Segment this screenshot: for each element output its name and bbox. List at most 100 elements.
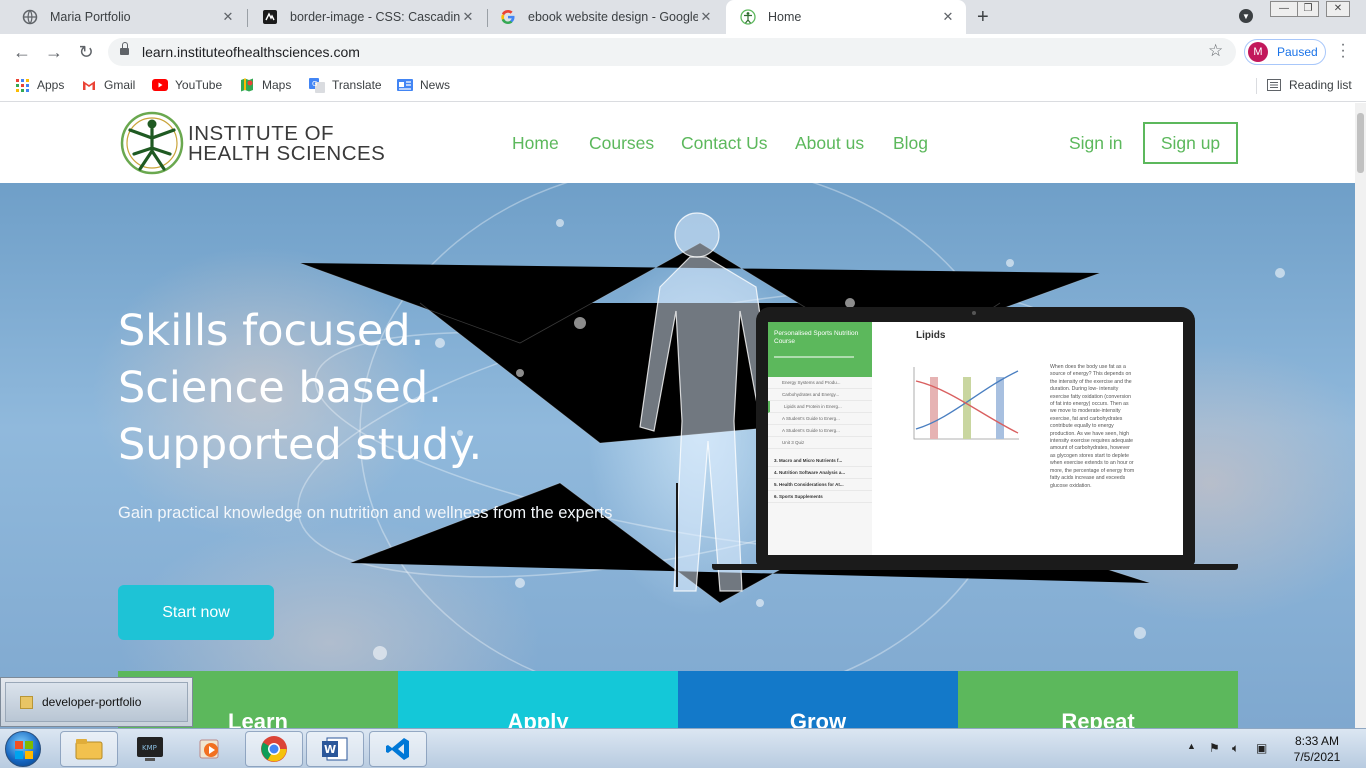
volume-icon[interactable]: 🔈︎ bbox=[1232, 741, 1239, 756]
lesson-item: A Student's Guide to Energ... bbox=[768, 425, 872, 437]
reading-list-icon bbox=[1266, 77, 1282, 93]
laptop-screen: Personalised Sports Nutrition Course Ene… bbox=[768, 322, 1183, 555]
browser-tab-strip: Maria Portfolio ✕ border-image - CSS: Ca… bbox=[0, 0, 1366, 34]
tab-home[interactable]: Home ✕ bbox=[726, 0, 966, 34]
lock-icon[interactable] bbox=[120, 42, 129, 57]
nav-blog[interactable]: Blog bbox=[893, 133, 928, 154]
show-hidden-icons[interactable]: ▲ bbox=[1187, 741, 1196, 751]
tab-maria-portfolio[interactable]: Maria Portfolio ✕ bbox=[8, 0, 246, 34]
close-tab-icon[interactable]: ✕ bbox=[698, 9, 714, 25]
bookmark-gmail[interactable]: Gmail bbox=[81, 77, 135, 93]
tab-search-icon[interactable]: ▼ bbox=[1239, 9, 1253, 23]
bookmark-news[interactable]: News bbox=[397, 77, 450, 93]
nav-contact-us[interactable]: Contact Us bbox=[681, 133, 768, 154]
bookmark-star-icon[interactable]: ☆ bbox=[1208, 41, 1223, 61]
media-player-icon[interactable] bbox=[182, 731, 240, 767]
ihs-icon bbox=[740, 9, 756, 25]
profile-button[interactable]: M Paused bbox=[1244, 39, 1326, 65]
reload-button[interactable]: ↻ bbox=[74, 41, 98, 63]
hero-title-line: Skills focused. bbox=[118, 306, 425, 356]
feature-apply[interactable]: Apply bbox=[398, 671, 678, 728]
module-item: 3. Macro and Micro Nutrients f... bbox=[768, 455, 872, 467]
bookmark-translate[interactable]: G Translate bbox=[309, 77, 382, 93]
word-icon[interactable]: W bbox=[306, 731, 364, 767]
lesson-paragraph: When does the body use fat as a source o… bbox=[1050, 364, 1135, 489]
translate-icon: G bbox=[309, 77, 325, 93]
svg-text:G: G bbox=[312, 80, 317, 88]
nav-home[interactable]: Home bbox=[512, 133, 559, 154]
taskbar-thumbnail-popup[interactable]: developer-portfolio bbox=[0, 677, 193, 727]
gmail-icon bbox=[81, 77, 97, 93]
laptop-mockup: Personalised Sports Nutrition Course Ene… bbox=[756, 307, 1195, 565]
network-icon[interactable]: ▣ bbox=[1256, 741, 1267, 755]
lesson-content: Lipids When does the body use fat as a s… bbox=[872, 322, 1183, 555]
action-center-flag-icon[interactable]: ⚑ bbox=[1209, 741, 1220, 755]
url-text[interactable]: learn.instituteofhealthsciences.com bbox=[142, 44, 360, 60]
reading-list-label: Reading list bbox=[1289, 78, 1352, 92]
nav-courses[interactable]: Courses bbox=[589, 133, 654, 154]
close-tab-icon[interactable]: ✕ bbox=[460, 9, 476, 25]
tab-title: Home bbox=[768, 10, 802, 24]
close-tab-icon[interactable]: ✕ bbox=[940, 9, 956, 25]
bookmark-label: Apps bbox=[37, 78, 65, 92]
site-header: INSTITUTE OF HEALTH SCIENCES Home Course… bbox=[0, 103, 1355, 183]
developer-portfolio-window[interactable]: developer-portfolio bbox=[5, 682, 188, 722]
tab-title: Maria Portfolio bbox=[50, 10, 131, 24]
lesson-chart-image bbox=[900, 359, 1025, 451]
lesson-item: Energy Systems and Produ... bbox=[768, 377, 872, 389]
sign-up-button[interactable]: Sign up bbox=[1143, 122, 1238, 164]
chrome-icon[interactable] bbox=[245, 731, 303, 767]
hero-divider-line bbox=[676, 483, 678, 587]
kmplayer-icon[interactable]: KMP bbox=[121, 731, 179, 767]
bookmark-label: Translate bbox=[332, 78, 382, 92]
globe-icon bbox=[22, 9, 38, 25]
feature-repeat[interactable]: Repeat bbox=[958, 671, 1238, 728]
bookmarks-bar: Apps Gmail YouTube Maps G Translate News bbox=[0, 70, 1366, 102]
explorer-icon[interactable] bbox=[60, 731, 118, 767]
site-logo-text[interactable]: INSTITUTE OF HEALTH SCIENCES bbox=[188, 122, 385, 164]
restore-window-button[interactable]: ❐ bbox=[1297, 1, 1319, 17]
nav-about-us[interactable]: About us bbox=[795, 133, 864, 154]
back-button[interactable]: ← bbox=[10, 41, 34, 63]
sign-in-link[interactable]: Sign in bbox=[1069, 133, 1123, 154]
lesson-item: Lipids and Protein in Energ... bbox=[768, 401, 872, 413]
feature-grow[interactable]: Grow bbox=[678, 671, 958, 728]
bookmark-maps[interactable]: Maps bbox=[239, 77, 291, 93]
bookmark-apps[interactable]: Apps bbox=[14, 77, 64, 93]
laptop-base bbox=[712, 564, 1238, 570]
vscode-icon[interactable] bbox=[369, 731, 427, 767]
logo-line-1: INSTITUTE OF bbox=[188, 122, 335, 145]
module-item: 5. Health Considerations for At... bbox=[768, 479, 872, 491]
hero-title-line: Science based. bbox=[118, 363, 442, 413]
tab-google-search[interactable]: ebook website design - Google Search ✕ bbox=[486, 0, 724, 34]
tab-mdn-border-image[interactable]: border-image - CSS: Cascading Style Shee… bbox=[248, 0, 486, 34]
start-now-button[interactable]: Start now bbox=[118, 585, 274, 640]
clock-date: 7/5/2021 bbox=[1293, 750, 1341, 764]
folder-icon bbox=[20, 695, 33, 709]
minimize-window-button[interactable]: — bbox=[1270, 1, 1298, 17]
avatar: M bbox=[1248, 42, 1268, 62]
address-bar[interactable]: learn.instituteofhealthsciences.com ☆ bbox=[108, 38, 1236, 66]
forward-button[interactable]: → bbox=[42, 41, 66, 63]
start-button[interactable] bbox=[5, 731, 41, 767]
reading-list-button[interactable]: Reading list bbox=[1266, 77, 1352, 93]
system-clock[interactable]: 8:33 AM 7/5/2021 bbox=[1282, 733, 1352, 765]
tab-title: border-image - CSS: Cascading Style Shee… bbox=[290, 10, 460, 24]
svg-text:KMP: KMP bbox=[142, 744, 157, 752]
bookmark-youtube[interactable]: YouTube bbox=[152, 77, 222, 93]
ihs-logo-icon[interactable] bbox=[120, 110, 184, 176]
google-icon bbox=[500, 9, 516, 25]
close-tab-icon[interactable]: ✕ bbox=[220, 9, 236, 25]
bookmark-label: Maps bbox=[262, 78, 292, 92]
page-scrollbar[interactable] bbox=[1355, 103, 1366, 728]
browser-menu-icon[interactable]: · · · bbox=[1338, 37, 1348, 65]
bookmark-label: YouTube bbox=[175, 78, 223, 92]
bookmarks-divider bbox=[1256, 78, 1257, 94]
clock-time: 8:33 AM bbox=[1294, 734, 1340, 748]
close-window-button[interactable]: ✕ bbox=[1326, 1, 1350, 17]
scrollbar-thumb[interactable] bbox=[1357, 113, 1364, 173]
apps-grid-icon bbox=[14, 77, 30, 93]
new-tab-button[interactable]: + bbox=[977, 6, 989, 29]
popup-label: developer-portfolio bbox=[42, 695, 142, 709]
hero-section: Skills focused. Science based. Supported… bbox=[0, 183, 1355, 728]
